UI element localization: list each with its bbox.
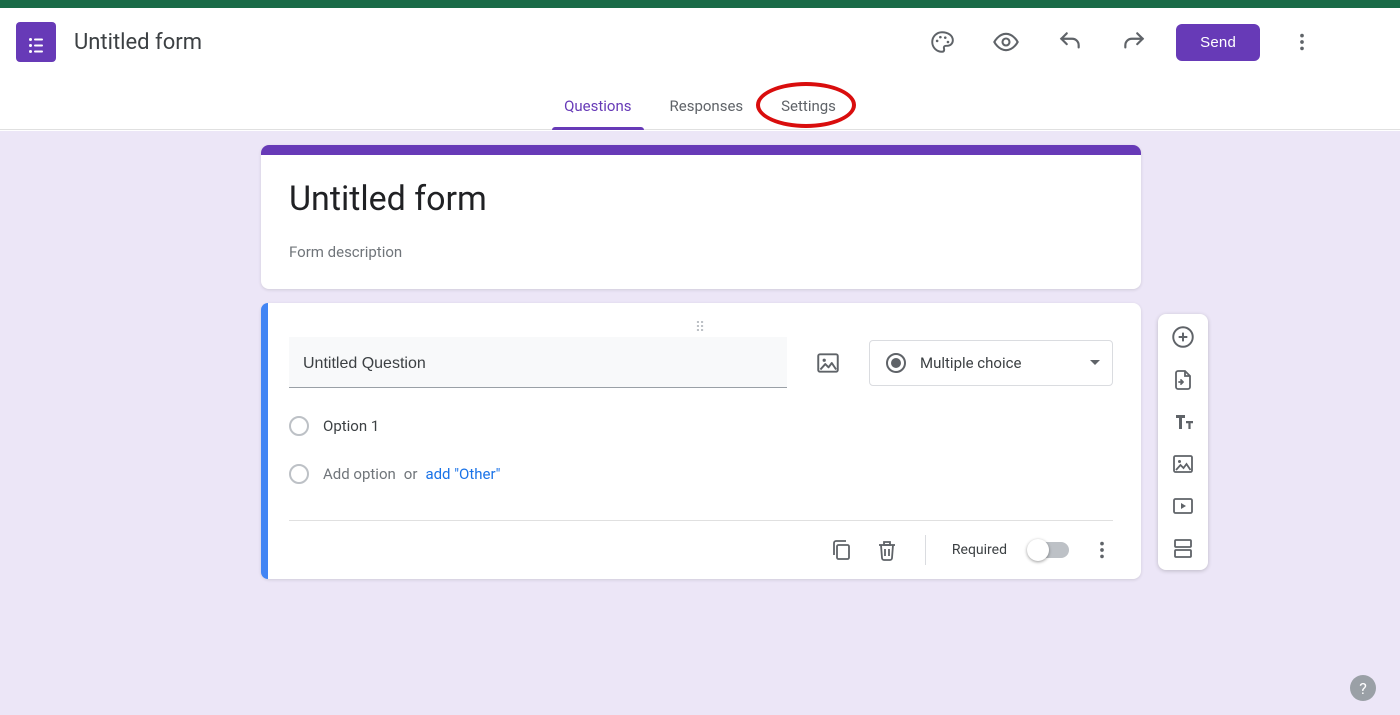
add-image-icon[interactable] [809, 344, 847, 382]
form-description[interactable]: Form description [289, 243, 1113, 261]
tab-responses[interactable]: Responses [664, 83, 750, 129]
help-icon[interactable]: ? [1350, 675, 1376, 701]
window-top-strip [0, 0, 1400, 8]
tab-settings[interactable]: Settings [775, 83, 842, 129]
duplicate-icon[interactable] [829, 538, 853, 562]
add-video-icon[interactable] [1171, 494, 1195, 518]
tab-questions[interactable]: Questions [558, 83, 637, 129]
add-title-icon[interactable] [1171, 410, 1195, 434]
top-bar: Untitled form Send [0, 8, 1400, 76]
add-other-link[interactable]: add "Other" [425, 465, 500, 483]
redo-icon[interactable] [1112, 20, 1156, 64]
question-card[interactable]: ⠿ Multiple choice Option 1 Add option or… [261, 303, 1141, 579]
forms-logo-icon[interactable] [16, 22, 56, 62]
divider [925, 535, 926, 565]
drag-handle-icon[interactable]: ⠿ [289, 325, 1113, 331]
send-button[interactable]: Send [1176, 24, 1260, 61]
add-option-row: Add option or add "Other" [289, 464, 1113, 484]
radio-empty-icon [289, 464, 309, 484]
required-toggle[interactable] [1029, 542, 1069, 558]
question-more-icon[interactable] [1091, 539, 1113, 561]
undo-icon[interactable] [1048, 20, 1092, 64]
form-header-card[interactable]: Untitled form Form description [261, 145, 1141, 289]
add-option-text[interactable]: Add option [323, 465, 396, 483]
floating-toolbar [1158, 314, 1208, 570]
question-type-select[interactable]: Multiple choice [869, 340, 1113, 386]
add-question-icon[interactable] [1170, 324, 1196, 350]
form-title[interactable]: Untitled form [289, 179, 1113, 219]
radio-icon [886, 353, 906, 373]
option-row[interactable]: Option 1 [289, 416, 1113, 436]
account-avatar[interactable] [1344, 21, 1386, 63]
chevron-down-icon [1090, 360, 1100, 365]
add-image-sidebar-icon[interactable] [1171, 452, 1195, 476]
delete-icon[interactable] [875, 538, 899, 562]
palette-icon[interactable] [920, 20, 964, 64]
option-label[interactable]: Option 1 [323, 417, 379, 435]
tabs-row: Questions Responses Settings [0, 76, 1400, 130]
question-footer: Required [289, 520, 1113, 565]
import-questions-icon[interactable] [1171, 368, 1195, 392]
preview-icon[interactable] [984, 20, 1028, 64]
radio-empty-icon [289, 416, 309, 436]
add-section-icon[interactable] [1171, 536, 1195, 560]
more-vert-icon[interactable] [1280, 20, 1324, 64]
document-title[interactable]: Untitled form [74, 30, 202, 55]
required-label: Required [952, 542, 1007, 558]
question-type-label: Multiple choice [920, 354, 1021, 372]
question-title-input[interactable] [289, 337, 787, 388]
or-text: or [404, 465, 418, 483]
